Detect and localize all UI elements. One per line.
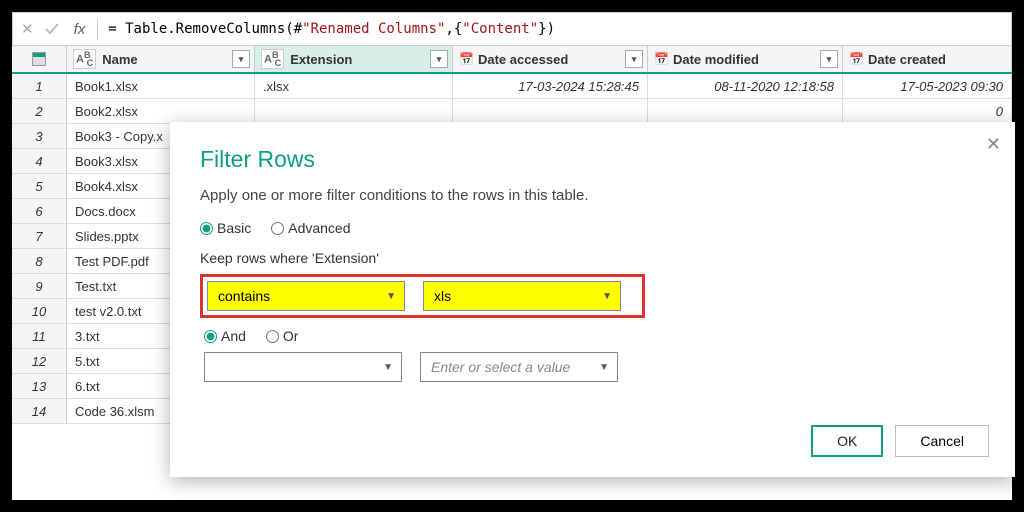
fx-icon[interactable]: fx <box>70 21 90 38</box>
dialog-title: Filter Rows <box>200 146 985 173</box>
filter-condition-1: contains▼ xls▼ <box>200 274 645 318</box>
keep-rows-label: Keep rows where 'Extension' <box>200 250 985 266</box>
cell-extension[interactable]: .xlsx <box>255 74 453 98</box>
row-number: 13 <box>12 374 67 398</box>
text-type-icon: ABC <box>261 49 284 69</box>
row-number: 12 <box>12 349 67 373</box>
datetime-type-icon: 📅 <box>654 52 669 66</box>
value-input[interactable]: xls▼ <box>423 281 621 311</box>
cell-extension[interactable] <box>255 99 453 123</box>
power-query-editor: ✕ fx = Table.RemoveColumns(#"Renamed Col… <box>12 12 1012 500</box>
dialog-subtitle: Apply one or more filter conditions to t… <box>200 187 985 204</box>
select-all-corner[interactable] <box>12 46 67 72</box>
column-headers: ABC Name ▾ ABC Extension ▾ 📅 Date access… <box>12 46 1012 74</box>
accept-formula-icon[interactable] <box>44 21 60 37</box>
cell-created[interactable]: 17-05-2023 09:30 <box>843 74 1012 98</box>
operator-select[interactable]: contains▼ <box>207 281 405 311</box>
cell-name[interactable]: Book2.xlsx <box>67 99 255 123</box>
filter-condition-2: ▼ Enter or select a value▼ <box>204 352 985 382</box>
radio-basic[interactable]: Basic <box>200 220 251 236</box>
row-number: 7 <box>12 224 67 248</box>
column-label: Date created <box>868 52 946 67</box>
row-number: 11 <box>12 324 67 348</box>
cell-modified[interactable] <box>648 99 843 123</box>
radio-or[interactable]: Or <box>266 328 299 344</box>
column-label: Extension <box>290 52 352 67</box>
formula-input[interactable]: = Table.RemoveColumns(#"Renamed Columns"… <box>98 17 1011 41</box>
row-number: 2 <box>12 99 67 123</box>
cell-modified[interactable]: 08-11-2020 12:18:58 <box>648 74 843 98</box>
datetime-type-icon: 📅 <box>459 52 474 66</box>
text-type-icon: ABC <box>73 49 96 69</box>
filter-dropdown-icon[interactable]: ▾ <box>820 50 838 68</box>
column-header-extension[interactable]: ABC Extension ▾ <box>255 46 453 72</box>
chevron-down-icon: ▼ <box>602 291 612 302</box>
column-header-date-accessed[interactable]: 📅 Date accessed ▾ <box>453 46 648 72</box>
formula-bar: ✕ fx = Table.RemoveColumns(#"Renamed Col… <box>12 12 1012 46</box>
filter-dropdown-icon[interactable]: ▾ <box>430 50 448 68</box>
datetime-type-icon: 📅 <box>849 52 864 66</box>
table-icon <box>32 52 46 66</box>
filter-dropdown-icon[interactable]: ▾ <box>625 50 643 68</box>
row-number: 6 <box>12 199 67 223</box>
row-number: 4 <box>12 149 67 173</box>
column-label: Name <box>102 52 137 67</box>
row-number: 8 <box>12 249 67 273</box>
row-number: 1 <box>12 74 67 98</box>
row-number: 10 <box>12 299 67 323</box>
cancel-formula-icon[interactable]: ✕ <box>21 20 34 38</box>
filter-rows-dialog: ✕ Filter Rows Apply one or more filter c… <box>170 122 1015 477</box>
column-label: Date modified <box>673 52 759 67</box>
chevron-down-icon: ▼ <box>599 362 609 373</box>
chevron-down-icon: ▼ <box>383 362 393 373</box>
filter-dropdown-icon[interactable]: ▾ <box>232 50 250 68</box>
close-icon[interactable]: ✕ <box>986 134 1001 155</box>
ok-button[interactable]: OK <box>811 425 883 457</box>
value-input-2[interactable]: Enter or select a value▼ <box>420 352 618 382</box>
cell-created[interactable]: 0 <box>843 99 1012 123</box>
column-header-date-created[interactable]: 📅 Date created <box>843 46 1012 72</box>
radio-and[interactable]: And <box>204 328 246 344</box>
column-header-date-modified[interactable]: 📅 Date modified ▾ <box>648 46 843 72</box>
column-header-name[interactable]: ABC Name ▾ <box>67 46 255 72</box>
row-number: 9 <box>12 274 67 298</box>
cell-name[interactable]: Book1.xlsx <box>67 74 255 98</box>
column-label: Date accessed <box>478 52 568 67</box>
row-number: 5 <box>12 174 67 198</box>
row-number: 3 <box>12 124 67 148</box>
chevron-down-icon: ▼ <box>386 291 396 302</box>
radio-advanced[interactable]: Advanced <box>271 220 350 236</box>
table-row[interactable]: 2Book2.xlsx 0 <box>12 99 1012 124</box>
operator-select-2[interactable]: ▼ <box>204 352 402 382</box>
cancel-button[interactable]: Cancel <box>895 425 989 457</box>
row-number: 14 <box>12 399 67 423</box>
cell-accessed[interactable] <box>453 99 648 123</box>
cell-accessed[interactable]: 17-03-2024 15:28:45 <box>453 74 648 98</box>
table-row[interactable]: 1Book1.xlsx.xlsx17-03-2024 15:28:4508-11… <box>12 74 1012 99</box>
